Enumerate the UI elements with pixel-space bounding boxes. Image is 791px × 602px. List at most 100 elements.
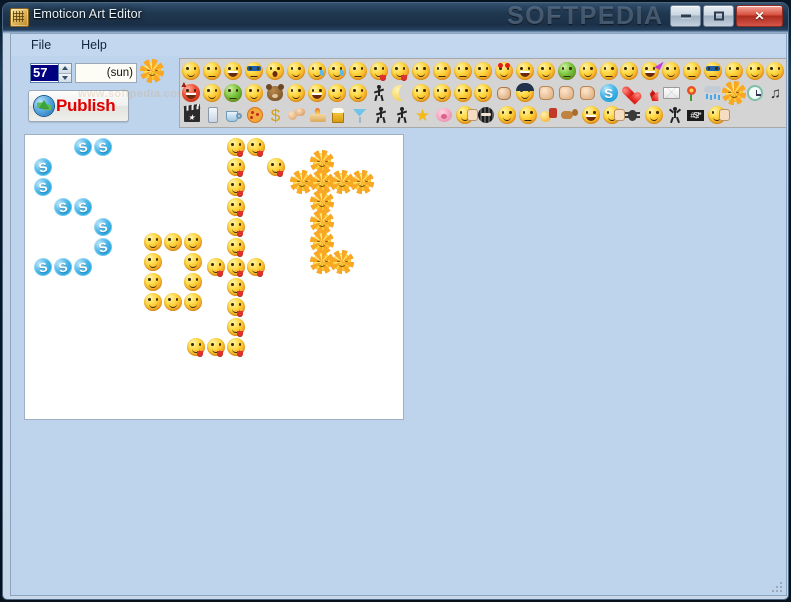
point-emoticon-button[interactable]: [454, 104, 478, 126]
muscle-icon-button[interactable]: [286, 104, 307, 126]
maximize-button[interactable]: [703, 5, 734, 27]
mooning-emoticon-button[interactable]: [643, 104, 664, 126]
heart-icon-button[interactable]: [619, 82, 640, 104]
clapping-emoticon-button[interactable]: [327, 82, 348, 104]
clock-icon-button[interactable]: [744, 82, 765, 104]
bow-emoticon-button[interactable]: [369, 82, 390, 104]
wink-emoticon-button[interactable]: [285, 60, 306, 82]
movie-icon-button[interactable]: ★: [181, 103, 202, 126]
sweat-emoticon-button[interactable]: [327, 60, 348, 82]
thinking-emoticon-button[interactable]: [348, 82, 369, 104]
broken-heart-icon-button[interactable]: [640, 82, 661, 104]
cash-icon-button[interactable]: $: [265, 104, 286, 126]
dull-emoticon-button[interactable]: [473, 60, 494, 82]
lips-sealed-emoticon-button[interactable]: [723, 60, 744, 82]
mmm-emoticon-button[interactable]: [682, 60, 703, 82]
dance-icon-button[interactable]: [370, 104, 391, 126]
tongue-out-emoticon-button[interactable]: [390, 60, 411, 82]
bear-hug-emoticon-button[interactable]: [264, 82, 285, 104]
title-bar[interactable]: Emoticon Art Editor SOFTPEDIA ✕: [3, 3, 788, 30]
yawn-emoticon-button[interactable]: [536, 60, 557, 82]
sun-icon-button[interactable]: [721, 81, 746, 105]
angry-emoticon-button[interactable]: [598, 60, 619, 82]
party-emoticon-button[interactable]: [640, 59, 664, 82]
minimize-button[interactable]: [670, 5, 701, 27]
punch-emoticon-button[interactable]: [494, 82, 515, 104]
emoticon-index-stepper[interactable]: 57: [30, 63, 72, 83]
resize-grip[interactable]: [769, 579, 782, 592]
moon-emoticon-button[interactable]: [390, 82, 411, 104]
close-button[interactable]: ✕: [736, 5, 783, 27]
menu-item-file[interactable]: File: [27, 36, 55, 54]
ninja-emoticon-button[interactable]: [475, 104, 496, 126]
drink-icon-button[interactable]: [349, 104, 370, 126]
pig-icon-button[interactable]: [433, 104, 454, 126]
crying-emoticon-button[interactable]: [306, 60, 327, 82]
spin-up-icon[interactable]: [59, 64, 71, 74]
idea-emoticon-button[interactable]: [410, 82, 431, 104]
nodding-emoticon-button[interactable]: [452, 82, 473, 104]
sad-emoticon: [203, 62, 222, 80]
wondering-emoticon-button[interactable]: [431, 60, 452, 82]
skype-logo-icon-button[interactable]: [598, 82, 619, 104]
angel-emoticon-button[interactable]: [202, 82, 223, 104]
cake-icon-button[interactable]: [307, 104, 328, 126]
dancer-icon-button[interactable]: [664, 104, 685, 126]
kiss-emoticon-button[interactable]: [369, 60, 390, 82]
doh-emoticon-button[interactable]: [577, 60, 598, 82]
emoticon-index-input[interactable]: 57: [30, 63, 59, 83]
blush-emoticon-button[interactable]: [410, 60, 431, 82]
emo-boy-emoticon-button[interactable]: [515, 82, 536, 104]
mobile-phone-icon-button[interactable]: [202, 104, 223, 126]
stop-hand-emoticon-button[interactable]: [706, 104, 730, 126]
giggle-emoticon-button[interactable]: [306, 82, 327, 104]
bug-icon-button[interactable]: [622, 104, 643, 126]
it-wasnt-me-emoticon-button[interactable]: [619, 60, 640, 82]
evil-grin-emoticon-button[interactable]: [515, 60, 536, 82]
wait-emoticon-button[interactable]: [244, 82, 265, 104]
mail-icon-button[interactable]: [661, 82, 682, 104]
nerd-emoticon-button[interactable]: [702, 60, 723, 82]
make-up-emoticon-button[interactable]: [285, 82, 306, 104]
thumbs-up-icon-button[interactable]: [536, 82, 557, 104]
tumbleweed-emoticon-button[interactable]: [496, 104, 517, 126]
surprised-emoticon-button[interactable]: [264, 60, 285, 82]
inlove-emoticon-button[interactable]: [494, 60, 515, 82]
pizza-icon-button[interactable]: [244, 104, 265, 126]
rock-emoticon-button[interactable]: [473, 82, 494, 104]
rain-icon-button[interactable]: [702, 82, 723, 104]
worried-emoticon-button[interactable]: [661, 60, 682, 82]
envy-emoticon-button[interactable]: [223, 82, 244, 104]
laugh-emoticon-button[interactable]: [223, 60, 244, 82]
beer-icon-button[interactable]: [328, 104, 349, 126]
puke-emoticon-button[interactable]: [556, 60, 577, 82]
toivo-dog-icon-button[interactable]: [559, 104, 580, 126]
emoticon-code-field[interactable]: (sun): [75, 63, 137, 83]
talk-to-hand-emoticon-button[interactable]: [601, 104, 625, 126]
cool-emoticon-button[interactable]: [244, 60, 265, 82]
rofl-emoticon-button[interactable]: [580, 104, 601, 126]
flower-icon-button[interactable]: [682, 82, 703, 104]
spin-down-icon[interactable]: [59, 73, 71, 82]
sleepy-emoticon-button[interactable]: [452, 60, 473, 82]
swear-emoticon-button[interactable]: #$!*: [685, 104, 706, 126]
smile-emoticon-button[interactable]: [181, 60, 202, 82]
smoking-emoticon-button[interactable]: [431, 82, 452, 104]
headbang-emoticon-button[interactable]: [538, 104, 559, 126]
music-icon-button[interactable]: ♫: [765, 82, 786, 104]
devil-emoticon-button[interactable]: [181, 82, 202, 104]
handshake-icon-button[interactable]: [577, 82, 598, 104]
thumbs-down-icon-button[interactable]: [556, 82, 577, 104]
menu-item-help[interactable]: Help: [77, 36, 111, 54]
call-emoticon-button[interactable]: [765, 60, 786, 82]
coffee-icon-button[interactable]: [223, 104, 244, 126]
publish-button[interactable]: Publish: [28, 90, 129, 122]
tongue-art-cell: [247, 258, 265, 277]
sad-emoticon-button[interactable]: [202, 60, 223, 82]
hi-five-icon-button[interactable]: [391, 104, 412, 126]
art-canvas[interactable]: [24, 134, 404, 420]
star-icon-button[interactable]: ★: [412, 104, 433, 126]
speechless-emoticon-button[interactable]: [348, 60, 369, 82]
hi-wave-emoticon-button[interactable]: [744, 60, 765, 82]
sick-emoticon-button[interactable]: [517, 104, 538, 126]
